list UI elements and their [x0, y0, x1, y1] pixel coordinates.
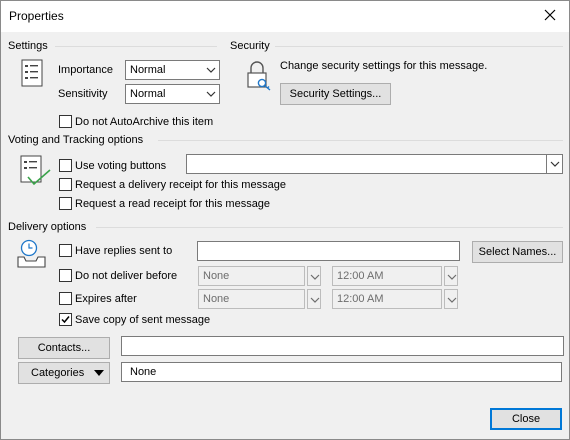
do-not-deliver-date-select[interactable]: None — [198, 266, 305, 286]
expires-time-value: 12:00 AM — [337, 293, 384, 305]
voting-buttons-select[interactable] — [186, 154, 563, 174]
chevron-down-icon — [550, 161, 560, 167]
close-window-icon[interactable] — [541, 6, 559, 24]
expires-time-select[interactable]: 12:00 AM — [332, 289, 442, 309]
use-voting-label: Use voting buttons — [75, 160, 167, 172]
categories-value: None — [130, 366, 157, 378]
importance-value: Normal — [130, 64, 166, 76]
sensitivity-label: Sensitivity — [58, 88, 108, 100]
contacts-button[interactable]: Contacts... — [18, 337, 110, 359]
title-bar: Properties — [1, 1, 569, 32]
delivery-divider — [96, 227, 563, 228]
voting-heading: Voting and Tracking options — [8, 134, 144, 146]
expires-time-dropdown[interactable] — [444, 289, 458, 309]
save-copy-label: Save copy of sent message — [75, 314, 211, 326]
chevron-down-icon — [206, 91, 216, 97]
do-not-deliver-checkbox[interactable] — [59, 269, 72, 282]
replies-to-input[interactable] — [197, 241, 460, 261]
read-receipt-label: Request a read receipt for this message — [75, 198, 271, 210]
chevron-down-icon — [447, 274, 457, 280]
select-names-button[interactable]: Select Names... — [472, 241, 563, 263]
close-button[interactable]: Close — [490, 408, 562, 430]
have-replies-checkbox[interactable] — [59, 244, 72, 257]
checkmark-icon — [61, 316, 70, 324]
expires-after-label: Expires after — [75, 293, 137, 305]
do-not-deliver-time-dropdown[interactable] — [444, 266, 458, 286]
security-settings-button[interactable]: Security Settings... — [280, 83, 391, 105]
chevron-down-icon — [447, 297, 457, 303]
voting-icon — [20, 155, 52, 190]
categories-label: Categories — [31, 367, 85, 379]
expires-date-dropdown[interactable] — [307, 289, 321, 309]
settings-divider — [55, 46, 217, 47]
have-replies-label: Have replies sent to — [75, 245, 173, 257]
do-not-deliver-date-dropdown[interactable] — [307, 266, 321, 286]
delivery-heading: Delivery options — [8, 221, 87, 233]
expires-date-value: None — [203, 293, 230, 305]
sensitivity-select[interactable]: Normal — [125, 84, 220, 104]
security-divider — [275, 46, 563, 47]
delivery-receipt-label: Request a delivery receipt for this mess… — [75, 179, 286, 191]
security-description: Change security settings for this messag… — [280, 60, 488, 72]
do-not-deliver-time-select[interactable]: 12:00 AM — [332, 266, 442, 286]
save-copy-checkbox[interactable] — [59, 313, 72, 326]
do-not-deliver-date-value: None — [203, 270, 230, 282]
autoarchive-checkbox[interactable] — [59, 115, 72, 128]
clock-tray-icon — [17, 239, 47, 272]
categories-button[interactable]: Categories — [18, 362, 110, 384]
chevron-down-icon — [206, 67, 216, 73]
voting-dropdown-button[interactable] — [546, 155, 562, 173]
settings-heading: Settings — [8, 40, 48, 52]
expires-date-select[interactable]: None — [198, 289, 305, 309]
expires-after-checkbox[interactable] — [59, 292, 72, 305]
chevron-down-icon — [310, 297, 320, 303]
do-not-deliver-time-value: 12:00 AM — [337, 270, 384, 282]
window-title: Properties — [9, 9, 64, 23]
importance-label: Importance — [58, 64, 114, 76]
do-not-deliver-label: Do not deliver before — [75, 270, 178, 282]
autoarchive-label: Do not AutoArchive this item — [75, 116, 214, 128]
importance-select[interactable]: Normal — [125, 60, 220, 80]
use-voting-checkbox[interactable] — [59, 159, 72, 172]
sensitivity-value: Normal — [130, 88, 166, 100]
settings-list-icon — [21, 59, 43, 90]
read-receipt-checkbox[interactable] — [59, 197, 72, 210]
security-heading: Security — [230, 40, 270, 52]
lock-icon — [245, 59, 273, 94]
caret-down-icon — [94, 370, 104, 376]
contacts-input[interactable] — [121, 336, 564, 356]
properties-dialog: Properties Settings Importance Normal Se… — [0, 0, 570, 440]
delivery-receipt-checkbox[interactable] — [59, 178, 72, 191]
voting-divider — [158, 140, 563, 141]
chevron-down-icon — [310, 274, 320, 280]
categories-field: None — [121, 362, 562, 382]
